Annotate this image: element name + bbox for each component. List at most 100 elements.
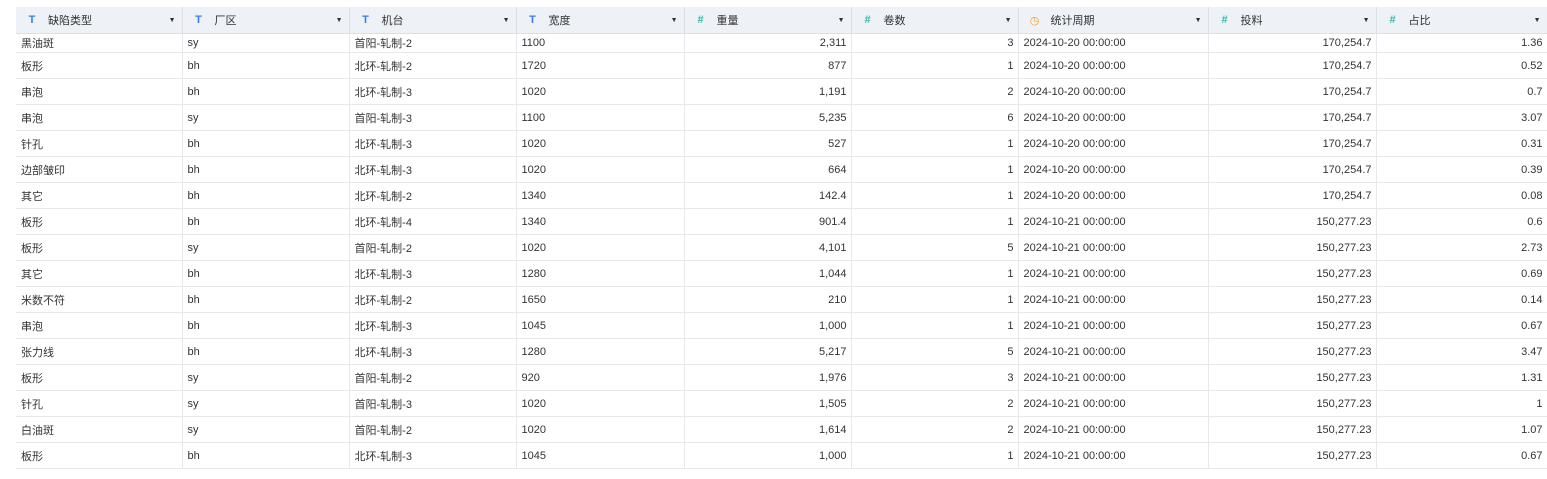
table-cell[interactable]: bh xyxy=(182,78,350,105)
chevron-down-icon[interactable]: ▼ xyxy=(1005,17,1012,24)
table-cell[interactable]: 1280 xyxy=(516,260,685,287)
table-cell[interactable]: 1045 xyxy=(516,442,685,469)
chevron-down-icon[interactable]: ▼ xyxy=(671,17,678,24)
table-cell[interactable]: 2024-10-21 00:00:00 xyxy=(1018,234,1209,261)
table-cell[interactable]: bh xyxy=(182,182,350,209)
table-cell[interactable]: 2024-10-21 00:00:00 xyxy=(1018,338,1209,365)
column-header-5[interactable]: # 卷数 ▼ xyxy=(851,7,1019,34)
table-cell[interactable]: sy xyxy=(182,104,350,131)
table-cell[interactable]: 4,101 xyxy=(684,234,852,261)
table-cell[interactable]: 北环-轧制-2 xyxy=(349,52,517,79)
table-cell[interactable]: 2024-10-20 00:00:00 xyxy=(1018,104,1209,131)
table-cell[interactable]: 0.67 xyxy=(1376,442,1547,469)
table-cell[interactable]: 2024-10-21 00:00:00 xyxy=(1018,390,1209,417)
table-cell[interactable]: 2024-10-21 00:00:00 xyxy=(1018,442,1209,469)
table-cell[interactable]: bh xyxy=(182,130,350,157)
table-cell[interactable]: sy xyxy=(182,234,350,261)
column-header-4[interactable]: # 重量 ▼ xyxy=(684,7,852,34)
table-cell[interactable]: 首阳-轧制-3 xyxy=(349,104,517,131)
table-cell[interactable]: 170,254.7 xyxy=(1208,78,1377,105)
table-cell[interactable]: 5 xyxy=(851,338,1019,365)
table-cell[interactable]: 首阳-轧制-2 xyxy=(349,234,517,261)
table-cell[interactable]: 901.4 xyxy=(684,208,852,235)
column-header-6[interactable]: ◷ 统计周期 ▼ xyxy=(1018,7,1209,34)
table-row[interactable]: 串泡 bh 北环-轧制-3 1045 1,000 1 2024-10-21 00:00:00… xyxy=(16,312,1547,339)
chevron-down-icon[interactable]: ▼ xyxy=(336,17,343,24)
chevron-down-icon[interactable]: ▼ xyxy=(503,17,510,24)
table-cell[interactable]: 2,311 xyxy=(684,33,852,53)
table-cell[interactable]: 0.14 xyxy=(1376,286,1547,313)
table-cell[interactable]: 1.36 xyxy=(1376,33,1547,53)
table-row[interactable]: 针孔 bh 北环-轧制-3 1020 527 1 2024-10-20 00:00:00 17… xyxy=(16,130,1547,157)
table-cell[interactable]: 2 xyxy=(851,78,1019,105)
table-cell[interactable]: bh xyxy=(182,208,350,235)
table-cell[interactable]: 170,254.7 xyxy=(1208,33,1377,53)
table-cell[interactable]: 2024-10-21 00:00:00 xyxy=(1018,312,1209,339)
table-cell[interactable]: 2 xyxy=(851,390,1019,417)
table-cell[interactable]: 150,277.23 xyxy=(1208,416,1377,443)
table-row[interactable]: 针孔 sy 首阳-轧制-3 1020 1,505 2 2024-10-21 00:00:00… xyxy=(16,390,1547,417)
table-cell[interactable]: 1 xyxy=(851,130,1019,157)
table-row[interactable]: 边部皱印 bh 北环-轧制-3 1020 664 1 2024-10-20 00:00:00… xyxy=(16,156,1547,183)
table-cell[interactable]: 210 xyxy=(684,286,852,313)
table-row[interactable]: 板形 sy 首阳-轧制-2 920 1,976 3 2024-10-21 00:00:00 1… xyxy=(16,364,1547,391)
table-cell[interactable]: 1,000 xyxy=(684,442,852,469)
table-cell[interactable]: 北环-轧制-3 xyxy=(349,156,517,183)
column-header-2[interactable]: T 机台 ▼ xyxy=(349,7,517,34)
table-cell[interactable]: 北环-轧制-3 xyxy=(349,442,517,469)
table-cell[interactable]: 0.67 xyxy=(1376,312,1547,339)
table-cell[interactable]: 1,505 xyxy=(684,390,852,417)
table-cell[interactable]: 1 xyxy=(1376,390,1547,417)
table-cell[interactable]: 1 xyxy=(851,260,1019,287)
table-row[interactable]: 板形 sy 首阳-轧制-2 1020 4,101 5 2024-10-21 00:00:00… xyxy=(16,234,1547,261)
table-row[interactable]: 串泡 sy 首阳-轧制-3 1100 5,235 6 2024-10-20 00:00:00… xyxy=(16,104,1547,131)
chevron-down-icon[interactable]: ▼ xyxy=(1363,17,1370,24)
table-cell[interactable]: 北环-轧制-2 xyxy=(349,182,517,209)
table-cell[interactable]: 1340 xyxy=(516,208,685,235)
column-header-3[interactable]: T 宽度 ▼ xyxy=(516,7,685,34)
table-row[interactable]: 张力线 bh 北环-轧制-3 1280 5,217 5 2024-10-21 00:00:0… xyxy=(16,338,1547,365)
table-cell[interactable]: 0.6 xyxy=(1376,208,1547,235)
table-cell[interactable]: 1340 xyxy=(516,182,685,209)
table-cell[interactable]: 877 xyxy=(684,52,852,79)
table-cell[interactable]: 1 xyxy=(851,312,1019,339)
table-cell[interactable]: 北环-轧制-3 xyxy=(349,312,517,339)
table-cell[interactable]: 1045 xyxy=(516,312,685,339)
table-cell[interactable]: 150,277.23 xyxy=(1208,286,1377,313)
table-cell[interactable]: 板形 xyxy=(16,234,183,261)
table-cell[interactable]: 板形 xyxy=(16,52,183,79)
table-cell[interactable]: 0.08 xyxy=(1376,182,1547,209)
table-cell[interactable]: 170,254.7 xyxy=(1208,52,1377,79)
table-cell[interactable]: 150,277.23 xyxy=(1208,364,1377,391)
table-cell[interactable]: 6 xyxy=(851,104,1019,131)
table-cell[interactable]: 1 xyxy=(851,442,1019,469)
table-cell[interactable]: 0.31 xyxy=(1376,130,1547,157)
table-cell[interactable]: 150,277.23 xyxy=(1208,260,1377,287)
table-cell[interactable]: bh xyxy=(182,338,350,365)
column-header-0[interactable]: T 缺陷类型 ▼ xyxy=(16,7,183,34)
table-cell[interactable]: 北环-轧制-3 xyxy=(349,130,517,157)
table-cell[interactable]: 2024-10-21 00:00:00 xyxy=(1018,286,1209,313)
table-cell[interactable]: 1020 xyxy=(516,416,685,443)
table-cell[interactable]: 1020 xyxy=(516,78,685,105)
table-cell[interactable]: 1100 xyxy=(516,33,685,53)
table-cell[interactable]: bh xyxy=(182,442,350,469)
table-cell[interactable]: 5,235 xyxy=(684,104,852,131)
table-cell[interactable]: bh xyxy=(182,52,350,79)
table-cell[interactable]: 1 xyxy=(851,286,1019,313)
table-cell[interactable]: 边部皱印 xyxy=(16,156,183,183)
table-cell[interactable]: 527 xyxy=(684,130,852,157)
table-cell[interactable]: 北环-轧制-4 xyxy=(349,208,517,235)
table-cell[interactable]: 黑油斑 xyxy=(16,33,183,53)
table-cell[interactable]: 3.07 xyxy=(1376,104,1547,131)
table-cell[interactable]: 150,277.23 xyxy=(1208,312,1377,339)
table-cell[interactable]: 1650 xyxy=(516,286,685,313)
table-cell[interactable]: sy xyxy=(182,33,350,53)
table-cell[interactable]: sy xyxy=(182,364,350,391)
table-cell[interactable]: bh xyxy=(182,156,350,183)
table-cell[interactable]: 2 xyxy=(851,416,1019,443)
table-cell[interactable]: 0.7 xyxy=(1376,78,1547,105)
column-header-8[interactable]: # 占比 ▼ xyxy=(1376,7,1547,34)
table-row[interactable]: 其它 bh 北环-轧制-3 1280 1,044 1 2024-10-21 00:00:00… xyxy=(16,260,1547,287)
table-cell[interactable]: 板形 xyxy=(16,208,183,235)
